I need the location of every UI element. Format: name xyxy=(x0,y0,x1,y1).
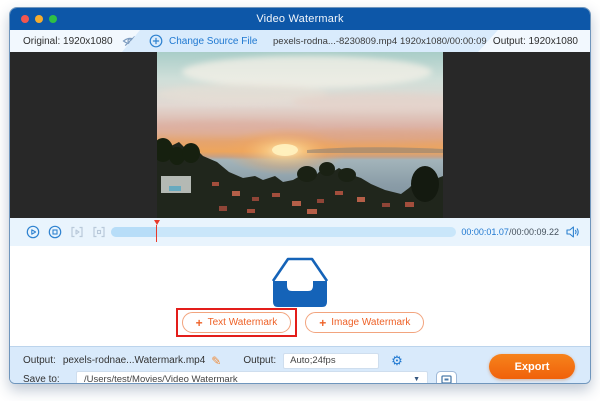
seek-bar-played xyxy=(111,227,156,237)
source-file-info: 1920x1080/00:00:09 xyxy=(400,30,487,52)
video-preview-area xyxy=(10,52,590,218)
drop-tray xyxy=(10,251,590,309)
time-display: 00:00:01.07/00:00:09.22 xyxy=(461,218,580,246)
plus-icon: + xyxy=(196,317,203,329)
save-path-field[interactable]: /Users/test/Movies/Video Watermark ▼ xyxy=(76,371,428,384)
image-watermark-label: Image Watermark xyxy=(331,317,410,328)
play-clip-button[interactable] xyxy=(70,225,84,239)
output-label: Output: xyxy=(23,355,56,366)
output-file-name: pexels-rodnae...Watermark.mp4 xyxy=(63,355,205,366)
folder-icon xyxy=(436,371,457,384)
output-resolution-label: Output: 1920x1080 xyxy=(493,36,578,47)
change-source-file-label: Change Source File xyxy=(169,36,257,47)
watermark-drop-zone[interactable]: + Text Watermark + Image Watermark xyxy=(10,246,590,346)
text-watermark-label: Text Watermark xyxy=(208,317,278,328)
preview-toggle-eye-off-icon[interactable] xyxy=(122,35,138,47)
save-to-row: Save to: /Users/test/Movies/Video Waterm… xyxy=(23,371,457,384)
time-text: 00:00:01.07/00:00:09.22 xyxy=(461,227,559,237)
change-source-file-button[interactable]: Change Source File xyxy=(149,30,257,52)
video-preview xyxy=(157,52,443,218)
close-window-button[interactable] xyxy=(21,15,29,23)
highlight-annotation: + Text Watermark xyxy=(176,308,298,337)
window-controls xyxy=(21,8,57,30)
format-value-field[interactable]: Auto;24fps xyxy=(283,353,379,369)
image-watermark-button[interactable]: + Image Watermark xyxy=(305,312,424,333)
format-label: Output: xyxy=(243,355,276,366)
playback-controls xyxy=(26,225,106,239)
minimize-window-button[interactable] xyxy=(35,15,43,23)
playhead-marker[interactable] xyxy=(153,220,160,242)
screen: Video Watermark Original: 1920x1080 xyxy=(0,0,600,401)
chevron-down-icon[interactable]: ▼ xyxy=(413,376,420,383)
save-to-label: Save to: xyxy=(23,374,76,384)
stop-button[interactable] xyxy=(48,225,62,239)
titlebar: Video Watermark xyxy=(10,8,590,30)
app-window: Video Watermark Original: 1920x1080 xyxy=(9,7,591,384)
edit-filename-pencil-icon[interactable]: ✎ xyxy=(211,355,221,367)
output-resolution-tab: Output: 1920x1080 xyxy=(478,30,590,52)
source-file-name: pexels-rodna...-8230809.mp4 xyxy=(273,30,397,52)
export-label: Export xyxy=(515,361,550,373)
plus-icon: + xyxy=(319,317,326,329)
text-watermark-button[interactable]: + Text Watermark xyxy=(182,312,292,333)
sunset-frame xyxy=(157,52,443,218)
total-time: 00:00:09.22 xyxy=(511,227,559,237)
seek-bar[interactable] xyxy=(111,227,456,237)
toolbar: Original: 1920x1080 xyxy=(10,30,590,52)
browse-folder-button[interactable] xyxy=(436,371,457,384)
zoom-window-button[interactable] xyxy=(49,15,57,23)
stop-clip-button[interactable] xyxy=(92,225,106,239)
watermark-buttons: + Text Watermark + Image Watermark xyxy=(10,308,590,337)
plus-circle-icon xyxy=(149,34,163,48)
play-button[interactable] xyxy=(26,225,40,239)
settings-gear-icon[interactable]: ⚙ xyxy=(391,354,403,367)
original-resolution-tab: Original: 1920x1080 xyxy=(10,30,140,52)
original-resolution-label: Original: 1920x1080 xyxy=(23,36,113,47)
inbox-tray-icon xyxy=(264,251,336,309)
playback-bar: 00:00:01.07/00:00:09.22 xyxy=(10,218,590,246)
volume-icon[interactable] xyxy=(566,226,580,238)
save-path-value: /Users/test/Movies/Video Watermark xyxy=(84,374,238,384)
current-time: 00:00:01.07 xyxy=(461,227,509,237)
output-settings-bar: Output: pexels-rodnae...Watermark.mp4 ✎ … xyxy=(10,346,590,384)
window-title: Video Watermark xyxy=(256,13,343,25)
export-button[interactable]: Export xyxy=(489,354,575,379)
output-row: Output: pexels-rodnae...Watermark.mp4 ✎ … xyxy=(23,352,403,369)
